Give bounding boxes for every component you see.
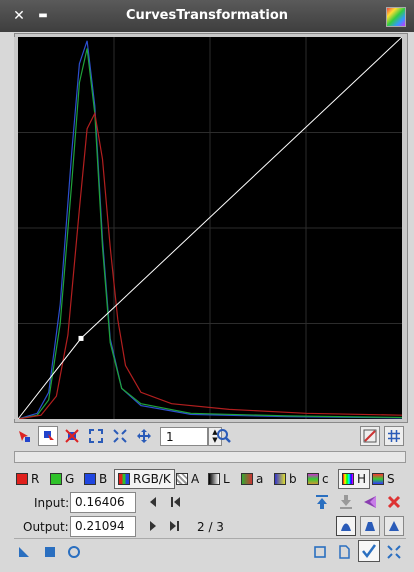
input-label: Input: bbox=[34, 496, 70, 510]
select-point-icon[interactable] bbox=[38, 426, 58, 446]
channel-a-lab-label: a bbox=[256, 472, 264, 486]
reset-instance-icon[interactable] bbox=[384, 542, 404, 562]
channel-rgbk[interactable]: RGB/K bbox=[114, 469, 175, 489]
zoom-in-icon[interactable] bbox=[86, 426, 106, 446]
channel-r-swatch bbox=[16, 473, 28, 485]
channel-a-label: A bbox=[191, 472, 200, 486]
next-point-icon[interactable] bbox=[143, 516, 163, 536]
process-control-bar bbox=[14, 540, 406, 564]
channel-s[interactable]: S bbox=[372, 469, 395, 489]
bottom-separator bbox=[14, 538, 406, 539]
channel-b-lab-label: b bbox=[289, 472, 297, 486]
channel-selector: R G B RGB/K A L a b c H S bbox=[14, 469, 406, 491]
channel-c[interactable]: c bbox=[307, 469, 329, 489]
reverse-curve-icon[interactable] bbox=[360, 492, 380, 512]
graph-grid bbox=[18, 37, 402, 419]
magnifier-icon[interactable] bbox=[214, 426, 234, 446]
edit-curve-icon[interactable] bbox=[360, 426, 380, 446]
akima-spline-icon[interactable] bbox=[360, 516, 380, 536]
channel-r-label: R bbox=[31, 472, 40, 486]
channel-rgbk-label: RGB/K bbox=[133, 472, 171, 486]
pixinsight-logo-icon[interactable] bbox=[386, 7, 406, 27]
channel-s-label: S bbox=[387, 472, 395, 486]
previous-point-icon[interactable] bbox=[143, 492, 163, 512]
grid-toggle-icon[interactable] bbox=[384, 426, 404, 446]
linear-spline-icon[interactable] bbox=[384, 516, 404, 536]
pan-icon[interactable] bbox=[134, 426, 154, 446]
cubic-spline-icon[interactable] bbox=[336, 516, 356, 536]
channel-g-swatch bbox=[50, 473, 62, 485]
edit-points-icon[interactable] bbox=[14, 426, 34, 446]
first-point-icon[interactable] bbox=[165, 492, 185, 512]
curves-transformation-window: ✕ ▬ CurvesTransformation 1 ▲ ▼ R G B RGB… bbox=[0, 0, 414, 572]
graph-toolbar: 1 ▲ ▼ bbox=[14, 424, 406, 450]
channel-a-lab-swatch bbox=[241, 473, 253, 485]
apply-global-icon[interactable] bbox=[40, 542, 60, 562]
channel-b-lab-swatch bbox=[274, 473, 286, 485]
readout-bar bbox=[14, 451, 406, 463]
channel-b-swatch bbox=[84, 473, 96, 485]
channel-rgbk-swatch bbox=[118, 473, 130, 485]
window-title: CurvesTransformation bbox=[125, 8, 289, 23]
reset-curve-icon[interactable] bbox=[384, 492, 404, 512]
curve-control-point bbox=[78, 335, 84, 341]
channel-l-label: L bbox=[223, 472, 230, 486]
channel-b-lab[interactable]: b bbox=[274, 469, 297, 489]
apply-checkmark-icon[interactable] bbox=[358, 540, 380, 562]
channel-c-label: c bbox=[322, 472, 329, 486]
input-value-field[interactable]: 0.16406 bbox=[70, 492, 136, 513]
zoom-level-field[interactable]: 1 bbox=[160, 427, 208, 446]
delete-point-icon[interactable] bbox=[62, 426, 82, 446]
channel-h-swatch bbox=[342, 473, 354, 485]
restore-curve-icon[interactable] bbox=[336, 492, 356, 512]
channel-a[interactable]: A bbox=[176, 469, 199, 489]
channel-b[interactable]: B bbox=[84, 469, 107, 489]
last-point-icon[interactable] bbox=[165, 516, 185, 536]
curve-points bbox=[78, 335, 84, 341]
zoom-out-icon[interactable] bbox=[110, 426, 130, 446]
channel-h-label: H bbox=[357, 472, 367, 486]
store-curve-icon[interactable] bbox=[312, 492, 332, 512]
channel-g[interactable]: G bbox=[50, 469, 74, 489]
channel-a-lab[interactable]: a bbox=[241, 469, 263, 489]
channel-l-swatch bbox=[208, 473, 220, 485]
channel-b-label: B bbox=[99, 472, 108, 486]
channel-h[interactable]: H bbox=[338, 469, 371, 489]
channel-r[interactable]: R bbox=[16, 469, 39, 489]
channel-l[interactable]: L bbox=[208, 469, 230, 489]
browse-documentation-icon[interactable] bbox=[310, 542, 330, 562]
curve-graph[interactable] bbox=[18, 37, 402, 419]
real-time-preview-icon[interactable] bbox=[64, 542, 84, 562]
title-bar: ✕ ▬ CurvesTransformation bbox=[0, 0, 414, 32]
document-icon[interactable] bbox=[334, 542, 354, 562]
channel-s-swatch bbox=[372, 473, 384, 485]
channel-g-label: G bbox=[65, 472, 75, 486]
output-label: Output: bbox=[23, 520, 69, 534]
channel-c-swatch bbox=[307, 473, 319, 485]
channel-a-swatch bbox=[176, 473, 188, 485]
new-instance-icon[interactable] bbox=[14, 542, 34, 562]
output-value-field[interactable]: 0.21094 bbox=[70, 516, 136, 537]
point-index: 2 / 3 bbox=[197, 520, 224, 534]
